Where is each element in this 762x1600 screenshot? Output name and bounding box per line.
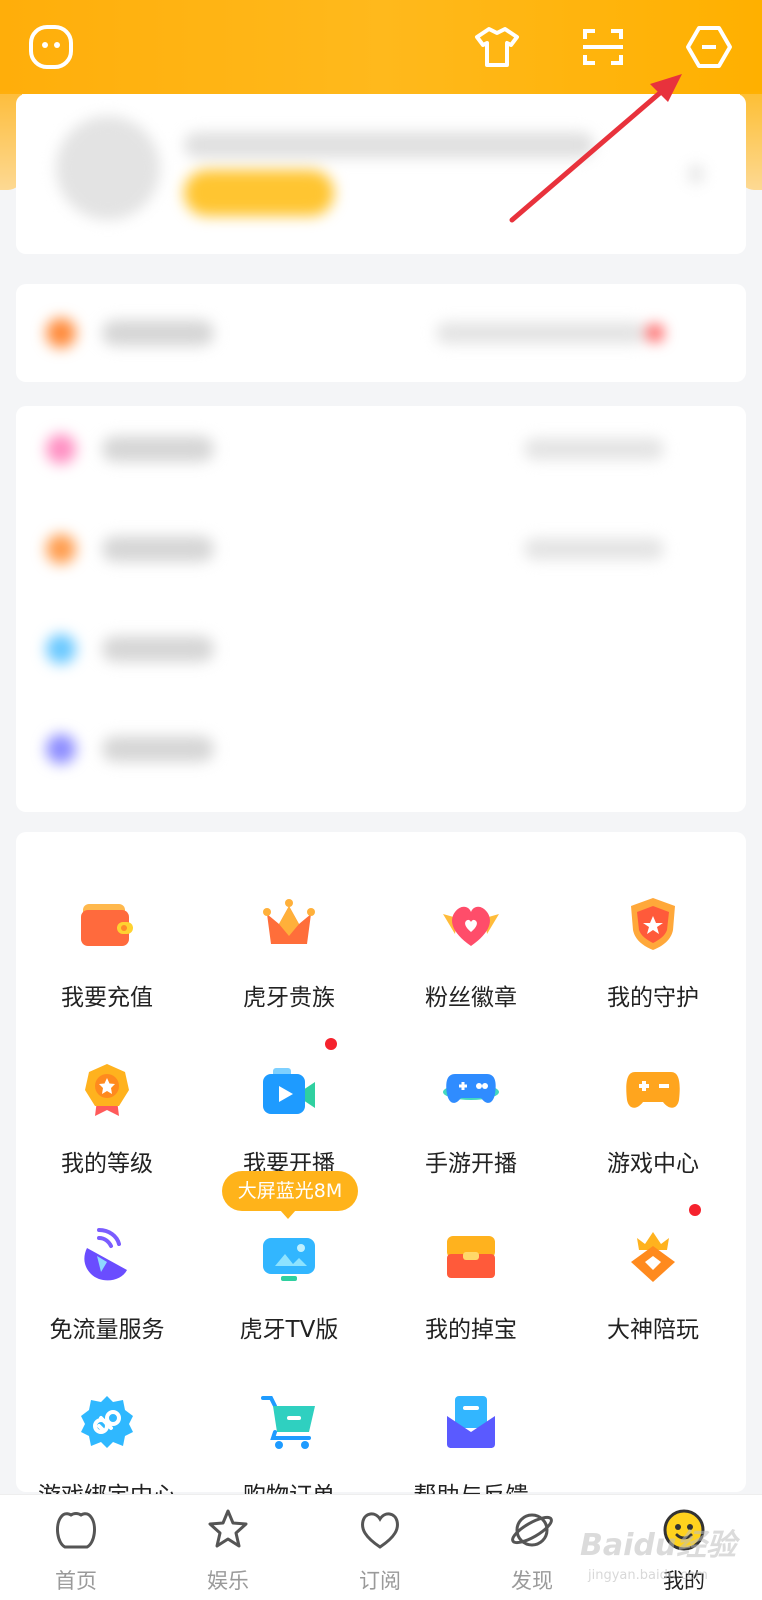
- profile-card[interactable]: [16, 94, 746, 254]
- service-label: 我要充值: [61, 985, 153, 1011]
- star-icon: [208, 1509, 248, 1548]
- mail-help-icon: [447, 1396, 495, 1448]
- nav-subscribe[interactable]: 订阅: [304, 1495, 456, 1600]
- service-label: 虎牙贵族: [243, 985, 335, 1011]
- link-icon: [81, 1396, 133, 1448]
- service-free-data[interactable]: 免流量服务: [16, 1188, 198, 1354]
- service-noble[interactable]: 虎牙贵族: [198, 856, 380, 1022]
- gamepad-planet-icon: [443, 1074, 499, 1103]
- nav-label: 发现: [511, 1569, 553, 1593]
- diamond-crown-icon: [631, 1232, 675, 1282]
- service-tv[interactable]: 虎牙TV版: [198, 1188, 380, 1354]
- nav-label: 订阅: [359, 1569, 401, 1593]
- service-companion[interactable]: 大神陪玩: [562, 1188, 744, 1354]
- service-recharge[interactable]: 我要充值: [16, 856, 198, 1022]
- service-guard[interactable]: 我的守护: [562, 856, 744, 1022]
- notification-dot: [689, 1204, 701, 1216]
- cart-icon: [261, 1396, 315, 1449]
- service-game-center[interactable]: 游戏中心: [562, 1022, 744, 1188]
- nav-entertainment[interactable]: 娱乐: [152, 1495, 304, 1600]
- notification-dot: [325, 1038, 337, 1050]
- service-label: 虎牙TV版: [239, 1317, 339, 1343]
- service-label: 粉丝徽章: [425, 985, 517, 1011]
- wallet-icon: [81, 904, 133, 946]
- heart-badge-icon: [443, 906, 499, 946]
- service-label: 免流量服务: [49, 1317, 165, 1343]
- service-label: 游戏中心: [607, 1151, 699, 1177]
- service-fan-badge[interactable]: 粉丝徽章: [380, 856, 562, 1022]
- nav-home[interactable]: 首页: [0, 1495, 152, 1600]
- medal-icon: [85, 1064, 129, 1116]
- service-label: 我的掉宝: [425, 1317, 517, 1343]
- nav-label: 首页: [55, 1569, 97, 1593]
- face-icon[interactable]: [24, 20, 78, 74]
- header-bar: [0, 0, 762, 94]
- watermark-url: jingyan.baidu.com: [588, 1568, 708, 1583]
- scan-icon[interactable]: [576, 20, 630, 74]
- nav-label: 娱乐: [207, 1569, 249, 1593]
- watermark: Baidu经验: [580, 1528, 737, 1563]
- service-label: 手游开播: [425, 1151, 517, 1177]
- service-start-live[interactable]: 我要开播: [198, 1022, 380, 1188]
- video-camera-icon: [263, 1068, 315, 1114]
- service-mobile-live[interactable]: 手游开播: [380, 1022, 562, 1188]
- satellite-icon: [84, 1228, 127, 1281]
- service-label: 我的守护: [607, 985, 699, 1011]
- tiger-home-icon: [56, 1512, 96, 1549]
- treasure-box-icon: [447, 1236, 495, 1278]
- list-card[interactable]: [16, 406, 746, 812]
- service-label: 大神陪玩: [607, 1317, 699, 1343]
- gamepad-icon: [626, 1072, 680, 1108]
- service-label: 我的等级: [61, 1151, 153, 1177]
- tshirt-icon[interactable]: [470, 20, 524, 74]
- account-card[interactable]: [16, 284, 746, 382]
- crown-icon: [263, 899, 315, 944]
- service-treasure[interactable]: 我的掉宝: [380, 1188, 562, 1354]
- planet-icon: [511, 1513, 553, 1547]
- service-level[interactable]: 我的等级: [16, 1022, 198, 1188]
- settings-icon[interactable]: [682, 20, 736, 74]
- heart-icon: [361, 1512, 399, 1549]
- shield-star-icon: [631, 898, 675, 950]
- tv-icon: [263, 1238, 315, 1281]
